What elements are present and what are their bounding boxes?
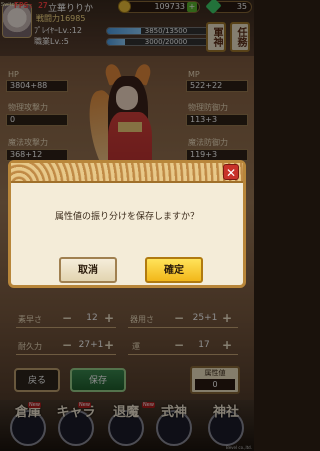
dialog-message: 属性値の振り分けを保存しますか？ bbox=[54, 212, 199, 222]
confirm-save-dialog: ✕ 属性値の振り分けを保存しますか？ 取消 確定 bbox=[8, 160, 246, 288]
confirm-button[interactable]: 確定 bbox=[145, 257, 203, 283]
cancel-button[interactable]: 取消 bbox=[59, 257, 117, 283]
game-screen: Switch FPS: 27 立華りりか 戦闘力16985 109733 + 3… bbox=[0, 0, 254, 451]
dialog-header-pattern bbox=[11, 163, 243, 183]
close-icon[interactable]: ✕ bbox=[223, 164, 239, 180]
